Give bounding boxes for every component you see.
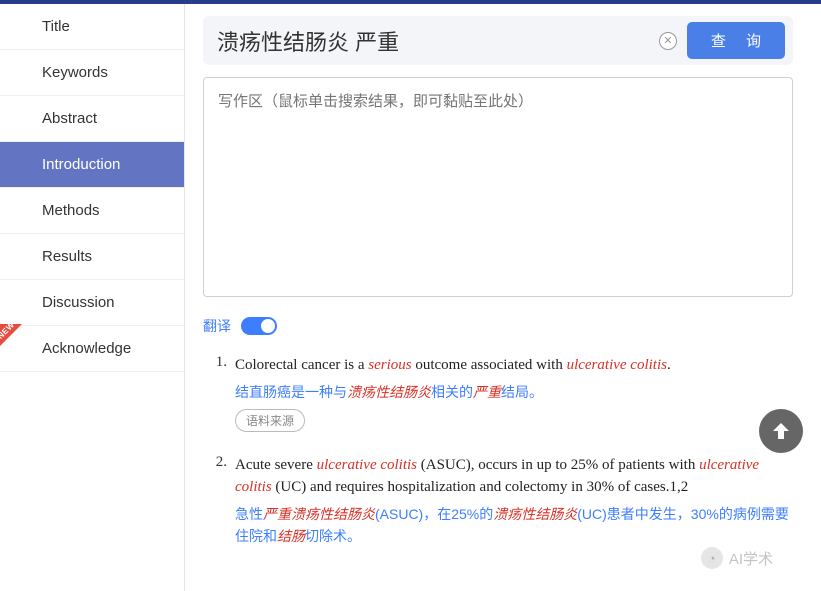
sidebar: Title Keywords Abstract Introduction Methods… <box>0 4 185 591</box>
sidebar-item-label: Abstract <box>42 110 97 127</box>
sidebar-item-label: Introduction <box>42 156 120 173</box>
results-list: 1. Colorectal cancer is a serious outcome… <box>203 354 793 548</box>
write-area[interactable] <box>203 77 793 297</box>
translate-toggle[interactable] <box>241 317 277 335</box>
sidebar-item-label: Results <box>42 248 92 265</box>
sidebar-item-label: Title <box>42 18 70 35</box>
clear-icon[interactable]: ✕ <box>659 32 677 50</box>
result-number: 2. <box>203 454 227 548</box>
sidebar-item-title[interactable]: Title <box>0 4 184 50</box>
sidebar-item-label: Keywords <box>42 64 108 81</box>
result-chinese: 急性严重溃疡性结肠炎(ASUC)，在25%的溃疡性结肠炎(UC)患者中发生，30… <box>235 503 793 548</box>
scroll-top-button[interactable] <box>759 409 803 453</box>
translate-label: 翻译 <box>203 316 231 336</box>
result-body: Colorectal cancer is a serious outcome a… <box>235 354 793 432</box>
query-button[interactable]: 查 询 <box>687 22 785 59</box>
sidebar-item-methods[interactable]: Methods <box>0 188 184 234</box>
translate-row: 翻译 <box>203 316 793 336</box>
result-item[interactable]: 1. Colorectal cancer is a serious outcome… <box>203 354 793 432</box>
sidebar-item-label: Discussion <box>42 294 115 311</box>
sidebar-item-discussion[interactable]: Discussion <box>0 280 184 326</box>
sidebar-item-label: Methods <box>42 202 100 219</box>
result-number: 1. <box>203 354 227 432</box>
result-item[interactable]: 2.Acute severe ulcerative colitis (ASUC)… <box>203 454 793 548</box>
result-body: Acute severe ulcerative colitis (ASUC), … <box>235 454 793 548</box>
source-button[interactable]: 语料来源 <box>235 409 305 432</box>
result-chinese: 结直肠癌是一种与溃疡性结肠炎相关的严重结局。 <box>235 381 793 403</box>
main-content: ✕ 查 询 翻译 1. Colorectal cancer is a seriou… <box>185 4 821 591</box>
sidebar-item-introduction[interactable]: Introduction <box>0 142 184 188</box>
search-input[interactable] <box>217 28 659 54</box>
sidebar-item-label: Acknowledge <box>42 340 131 357</box>
search-row: ✕ 查 询 <box>203 16 793 65</box>
sidebar-item-acknowledge[interactable]: Acknowledge <box>0 326 184 372</box>
arrow-up-icon <box>769 419 793 443</box>
sidebar-item-abstract[interactable]: Abstract <box>0 96 184 142</box>
sidebar-item-keywords[interactable]: Keywords <box>0 50 184 96</box>
sidebar-item-results[interactable]: Results <box>0 234 184 280</box>
result-english: Acute severe ulcerative colitis (ASUC), … <box>235 454 793 499</box>
result-english: Colorectal cancer is a serious outcome a… <box>235 354 793 377</box>
